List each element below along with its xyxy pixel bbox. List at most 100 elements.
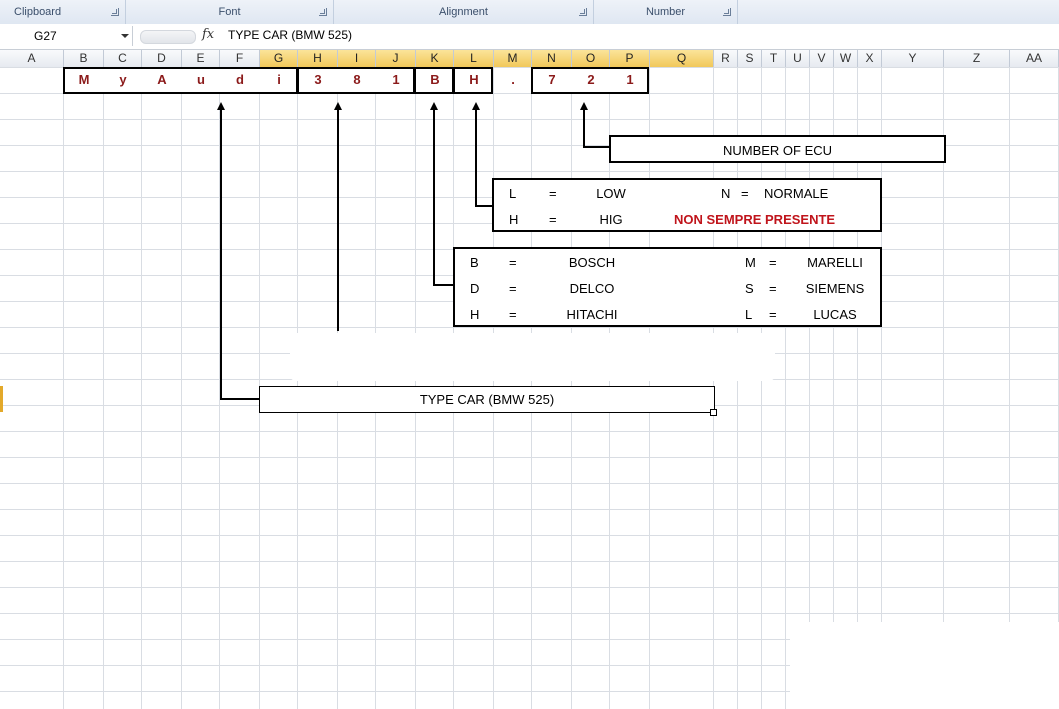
ecu-connector bbox=[583, 110, 585, 147]
dialog-launcher-icon[interactable] bbox=[319, 8, 327, 16]
code-char[interactable]: . bbox=[494, 67, 532, 93]
code-char[interactable]: A bbox=[142, 67, 182, 93]
arrow-up-icon bbox=[430, 102, 438, 110]
column-header-n[interactable]: N bbox=[532, 50, 572, 67]
dialog-launcher-icon[interactable] bbox=[111, 8, 119, 16]
maker-legend-box: B = BOSCH M = MARELLI D = DELCO S = SIEM… bbox=[453, 247, 882, 327]
legend-name: HITACHI bbox=[566, 307, 618, 322]
legend-name: LUCAS bbox=[813, 307, 857, 322]
maker-connector bbox=[433, 284, 454, 286]
arrow-up-icon bbox=[580, 102, 588, 110]
formula-input[interactable]: TYPE CAR (BMW 525) bbox=[228, 28, 352, 42]
dialog-launcher-icon[interactable] bbox=[579, 8, 587, 16]
ecu-label: NUMBER OF ECU bbox=[722, 143, 833, 158]
column-header-c[interactable]: C bbox=[104, 50, 142, 67]
column-header-b[interactable]: B bbox=[64, 50, 104, 67]
ribbon-group-label: Clipboard bbox=[14, 6, 62, 18]
name-box-value: G27 bbox=[34, 29, 57, 43]
arrow-up-icon bbox=[472, 102, 480, 110]
legend-note: NON SEMPRE PRESENTE bbox=[674, 212, 836, 227]
column-header-g[interactable]: G bbox=[260, 50, 298, 67]
grid-line bbox=[809, 67, 810, 709]
ribbon-group-label: Number bbox=[645, 6, 686, 18]
column-headers: A B C D E F G H I J K L M N O P Q R S T U V W X Y Z AA bbox=[0, 50, 1059, 68]
blank-area bbox=[790, 622, 1059, 709]
code-char[interactable]: y bbox=[104, 67, 142, 93]
formula-bar: G27 fx TYPE CAR (BMW 525) bbox=[0, 24, 1059, 50]
legend-code: H bbox=[509, 212, 519, 227]
ecu-connector bbox=[583, 146, 610, 148]
dialog-launcher-icon[interactable] bbox=[723, 8, 731, 16]
ribbon-group-alignment: Alignment bbox=[334, 0, 594, 24]
ribbon-group-label: Alignment bbox=[439, 6, 488, 18]
type-car-box[interactable]: TYPE CAR (BMW 525) bbox=[259, 386, 715, 413]
column-header-x[interactable]: X bbox=[858, 50, 882, 67]
grid-line bbox=[141, 67, 142, 709]
code-char[interactable]: 3 bbox=[298, 67, 338, 93]
column-header-a[interactable]: A bbox=[0, 50, 64, 67]
column-header-j[interactable]: J bbox=[376, 50, 416, 67]
legend-name: LOW bbox=[596, 186, 626, 201]
column-header-m[interactable]: M bbox=[494, 50, 532, 67]
column-header-k[interactable]: K bbox=[416, 50, 454, 67]
name-box[interactable]: G27 bbox=[0, 26, 133, 46]
legend-equals: = bbox=[769, 307, 777, 322]
ribbon: Clipboard Font Alignment Number bbox=[0, 0, 1059, 25]
column-header-t[interactable]: T bbox=[762, 50, 786, 67]
code-char[interactable]: B bbox=[416, 67, 454, 93]
column-header-w[interactable]: W bbox=[834, 50, 858, 67]
code-char[interactable]: 7 bbox=[532, 67, 572, 93]
legend-name: BOSCH bbox=[568, 255, 616, 270]
legend-name: DELCO bbox=[569, 281, 615, 296]
grid-line bbox=[737, 67, 738, 709]
resize-handle-icon[interactable] bbox=[710, 409, 717, 416]
column-header-d[interactable]: D bbox=[142, 50, 182, 67]
chevron-down-icon[interactable] bbox=[121, 34, 129, 38]
grid-line bbox=[181, 67, 182, 709]
column-header-aa[interactable]: AA bbox=[1010, 50, 1059, 67]
legend-code: L bbox=[745, 307, 753, 322]
legend-name: HIG bbox=[599, 212, 623, 227]
model-connector bbox=[337, 110, 339, 331]
formula-buttons: fx bbox=[134, 26, 218, 46]
column-header-u[interactable]: U bbox=[786, 50, 810, 67]
ribbon-group-clipboard: Clipboard bbox=[0, 0, 126, 24]
code-char[interactable]: 1 bbox=[376, 67, 416, 93]
column-header-p[interactable]: P bbox=[610, 50, 650, 67]
legend-code: H bbox=[470, 307, 480, 322]
legend-name: SIEMENS bbox=[805, 281, 865, 296]
grid-line bbox=[63, 67, 64, 709]
code-char[interactable]: 2 bbox=[572, 67, 610, 93]
insert-function-icon[interactable]: fx bbox=[202, 27, 214, 42]
column-header-q[interactable]: Q bbox=[650, 50, 714, 67]
legend-name: NORMALE bbox=[764, 186, 829, 201]
code-char[interactable]: M bbox=[64, 67, 104, 93]
column-header-e[interactable]: E bbox=[182, 50, 220, 67]
code-char[interactable]: u bbox=[182, 67, 220, 93]
ecu-box: NUMBER OF ECU bbox=[609, 135, 946, 163]
code-char[interactable]: d bbox=[220, 67, 260, 93]
legend-code: S bbox=[745, 281, 754, 296]
column-header-i[interactable]: I bbox=[338, 50, 376, 67]
column-header-l[interactable]: L bbox=[454, 50, 494, 67]
grid-line bbox=[943, 67, 944, 709]
code-char[interactable]: 8 bbox=[338, 67, 376, 93]
code-char[interactable]: i bbox=[260, 67, 298, 93]
column-header-f[interactable]: F bbox=[220, 50, 260, 67]
ribbon-group-font: Font bbox=[126, 0, 334, 24]
arrow-up-icon bbox=[217, 102, 225, 110]
column-header-s[interactable]: S bbox=[738, 50, 762, 67]
legend-code: D bbox=[470, 281, 480, 296]
code-char[interactable]: H bbox=[454, 67, 494, 93]
formula-splitter[interactable] bbox=[140, 30, 196, 44]
column-header-o[interactable]: O bbox=[572, 50, 610, 67]
column-header-z[interactable]: Z bbox=[944, 50, 1010, 67]
legend-code: N bbox=[721, 186, 731, 201]
column-header-v[interactable]: V bbox=[810, 50, 834, 67]
legend-equals: = bbox=[769, 255, 777, 270]
column-header-h[interactable]: H bbox=[298, 50, 338, 67]
type-car-label: TYPE CAR (BMW 525) bbox=[419, 392, 555, 407]
code-char[interactable]: 1 bbox=[610, 67, 650, 93]
column-header-y[interactable]: Y bbox=[882, 50, 944, 67]
column-header-r[interactable]: R bbox=[714, 50, 738, 67]
